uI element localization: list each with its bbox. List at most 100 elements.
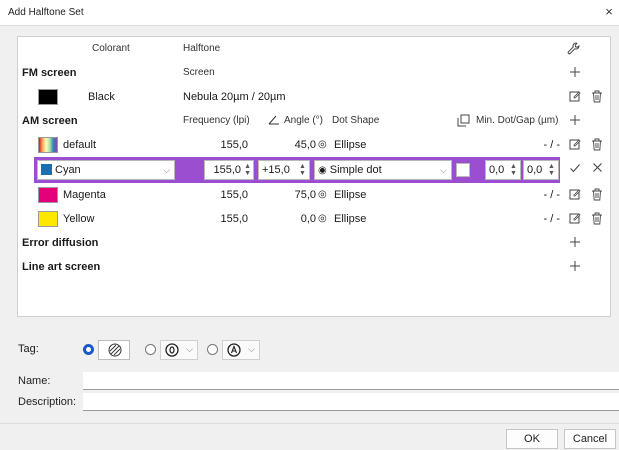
row-frequency: 155,0 xyxy=(220,139,248,151)
cancel-button[interactable]: Cancel xyxy=(564,429,616,449)
zero-circle-icon xyxy=(165,343,179,357)
copy-icon[interactable] xyxy=(454,112,472,130)
colorant-header: Colorant xyxy=(92,43,130,54)
min-dot-header: Min. Dot/Gap (µm) xyxy=(476,115,559,126)
frequency-stepper[interactable]: 155,0 ▲ ▼ xyxy=(204,160,254,180)
delete-icon[interactable] xyxy=(588,136,606,154)
cyan-edit-row[interactable]: Cyan ⌵ 155,0 ▲ ▼ +15,0 ▲ ▼ ◉ Simple dot ⌵ 0… xyxy=(34,157,560,183)
yellow-swatch xyxy=(38,211,58,227)
cyan-swatch xyxy=(41,164,52,175)
row-frequency: 155,0 xyxy=(220,213,248,225)
ellipse-icon: ◎ xyxy=(318,213,327,224)
description-field[interactable] xyxy=(83,393,619,411)
spinner-icon[interactable]: ▲ ▼ xyxy=(510,163,518,177)
row-min-dot: - / - xyxy=(543,213,561,225)
angle-icon xyxy=(268,109,280,133)
wrench-icon[interactable] xyxy=(564,40,582,58)
error-diffusion-group[interactable]: Error diffusion xyxy=(18,231,610,255)
row-angle: 0,0 xyxy=(300,213,316,225)
min-gap-value: 0,0 xyxy=(527,164,543,176)
screen-header: Screen xyxy=(183,67,215,78)
spinner-icon[interactable]: ▲ ▼ xyxy=(548,163,556,177)
chevron-down-icon: ⌵ xyxy=(440,165,447,175)
description-label: Description: xyxy=(18,396,77,408)
tag-option-hatched[interactable] xyxy=(98,340,130,360)
am-screen-group[interactable]: AM screen Frequency (lpi) Angle (°) Dot … xyxy=(18,109,610,133)
black-halftone: Nebula 20µm / 20µm xyxy=(183,91,286,103)
row-min-dot: - / - xyxy=(543,189,561,201)
tag-radio-2[interactable] xyxy=(145,344,156,355)
frequency-value: 155,0 xyxy=(213,164,241,176)
chevron-down-icon: ⌵ xyxy=(248,344,255,354)
am-row-default[interactable]: default 155,0 45,0 ◎ Ellipse - / - xyxy=(18,133,610,157)
add-am-icon[interactable] xyxy=(566,112,584,130)
tag-radio-3[interactable] xyxy=(207,344,218,355)
close-icon[interactable]: × xyxy=(601,4,617,20)
title-bar: Add Halftone Set × xyxy=(0,0,619,26)
halftone-header: Halftone xyxy=(183,43,221,54)
dot-shape-value: Simple dot xyxy=(329,164,382,176)
min-dot-value: 0,0 xyxy=(489,164,505,176)
add-fm-icon[interactable] xyxy=(566,64,584,82)
rainbow-swatch xyxy=(38,137,58,153)
tag-row: Tag: ⌵ ⌵ xyxy=(18,340,418,360)
name-label: Name: xyxy=(18,375,51,387)
delete-icon[interactable] xyxy=(588,210,606,228)
row-frequency: 155,0 xyxy=(220,189,248,201)
row-dot-shape: Ellipse xyxy=(334,139,367,151)
row-angle: 75,0 xyxy=(294,189,316,201)
chevron-down-icon: ⌵ xyxy=(163,165,170,175)
name-field[interactable] xyxy=(83,372,619,390)
tag-radio-1[interactable] xyxy=(83,344,94,355)
angle-header: Angle (°) xyxy=(284,115,324,126)
dot-shape-select[interactable]: ◉ Simple dot ⌵ xyxy=(314,160,452,180)
tag-option-zero[interactable]: ⌵ xyxy=(160,340,198,360)
fm-screen-group[interactable]: FM screen Screen xyxy=(18,61,610,85)
colorant-select-value: Cyan xyxy=(55,164,81,176)
edit-icon[interactable] xyxy=(566,186,584,204)
am-row-yellow[interactable]: Yellow 155,0 0,0 ◎ Ellipse - / - xyxy=(18,207,610,231)
delete-icon[interactable] xyxy=(588,88,606,106)
am-row-magenta[interactable]: Magenta 155,0 75,0 ◎ Ellipse - / - xyxy=(18,183,610,207)
angle-stepper[interactable]: +15,0 ▲ ▼ xyxy=(258,160,310,180)
black-swatch xyxy=(38,89,58,105)
error-diffusion-label: Error diffusion xyxy=(22,237,99,249)
am-screen-label: AM screen xyxy=(22,115,78,127)
cancel-edit-icon[interactable] xyxy=(588,160,606,178)
ellipse-icon: ◎ xyxy=(318,139,327,150)
hatched-circle-icon xyxy=(108,343,122,357)
row-min-dot: - / - xyxy=(543,139,561,151)
spinner-icon[interactable]: ▲ ▼ xyxy=(299,163,307,177)
add-line-art-icon[interactable] xyxy=(566,258,584,276)
ellipse-icon: ◎ xyxy=(318,189,327,200)
table-header: Colorant Halftone xyxy=(18,37,610,61)
chevron-down-icon: ⌵ xyxy=(186,344,193,354)
spinner-icon[interactable]: ▲ ▼ xyxy=(243,163,251,177)
tag-option-a[interactable]: ⌵ xyxy=(222,340,260,360)
colorant-select[interactable]: Cyan ⌵ xyxy=(37,160,175,180)
angle-value: +15,0 xyxy=(262,164,290,176)
row-dot-shape: Ellipse xyxy=(334,213,367,225)
edit-icon[interactable] xyxy=(566,88,584,106)
row-colorant: Yellow xyxy=(63,213,95,225)
ok-button[interactable]: OK xyxy=(506,429,558,449)
delete-icon[interactable] xyxy=(588,186,606,204)
min-dot-checkbox[interactable] xyxy=(456,163,470,177)
row-colorant: default xyxy=(63,139,97,151)
halftone-table: Colorant Halftone FM screen Screen Black… xyxy=(17,36,611,317)
dot-shape-header: Dot Shape xyxy=(332,115,380,126)
confirm-icon[interactable] xyxy=(566,160,584,178)
row-colorant: Magenta xyxy=(63,189,106,201)
min-dot-stepper[interactable]: 0,0 ▲ ▼ xyxy=(485,160,521,180)
fm-black-row[interactable]: Black Nebula 20µm / 20µm xyxy=(18,85,610,109)
add-error-diffusion-icon[interactable] xyxy=(566,234,584,252)
row-dot-shape: Ellipse xyxy=(334,189,367,201)
line-art-group[interactable]: Line art screen xyxy=(18,255,610,279)
magenta-swatch xyxy=(38,187,58,203)
fm-screen-label: FM screen xyxy=(22,67,77,79)
min-gap-stepper[interactable]: 0,0 ▲ ▼ xyxy=(523,160,559,180)
row-angle: 45,0 xyxy=(294,139,316,151)
black-colorant: Black xyxy=(88,91,115,103)
edit-icon[interactable] xyxy=(566,136,584,154)
edit-icon[interactable] xyxy=(566,210,584,228)
